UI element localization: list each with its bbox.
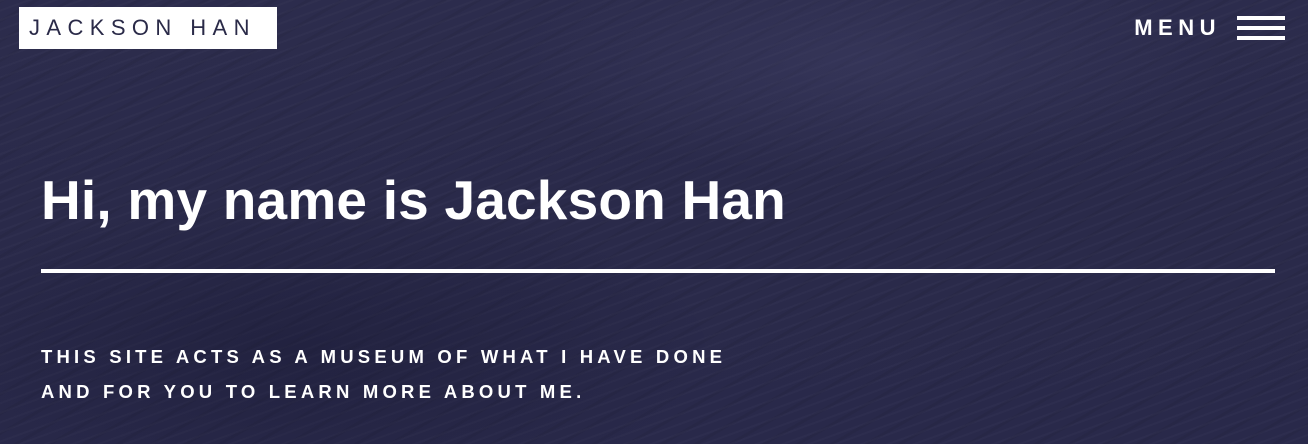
- hero-tagline: THIS SITE ACTS AS A MUSEUM OF WHAT I HAV…: [41, 339, 961, 409]
- menu-button[interactable]: MENU: [1134, 12, 1285, 44]
- hamburger-bar: [1237, 16, 1285, 20]
- hamburger-bar: [1237, 36, 1285, 40]
- hamburger-icon[interactable]: [1237, 16, 1285, 40]
- tagline-line: AND FOR YOU TO LEARN MORE ABOUT ME.: [41, 381, 586, 402]
- hamburger-bar: [1237, 26, 1285, 30]
- hero-title: Hi, my name is Jackson Han: [41, 169, 786, 231]
- site-logo-link[interactable]: JACKSON HAN: [19, 7, 277, 49]
- tagline-line: THIS SITE ACTS AS A MUSEUM OF WHAT I HAV…: [41, 346, 727, 367]
- menu-label: MENU: [1134, 15, 1221, 40]
- hero-divider: [41, 269, 1275, 273]
